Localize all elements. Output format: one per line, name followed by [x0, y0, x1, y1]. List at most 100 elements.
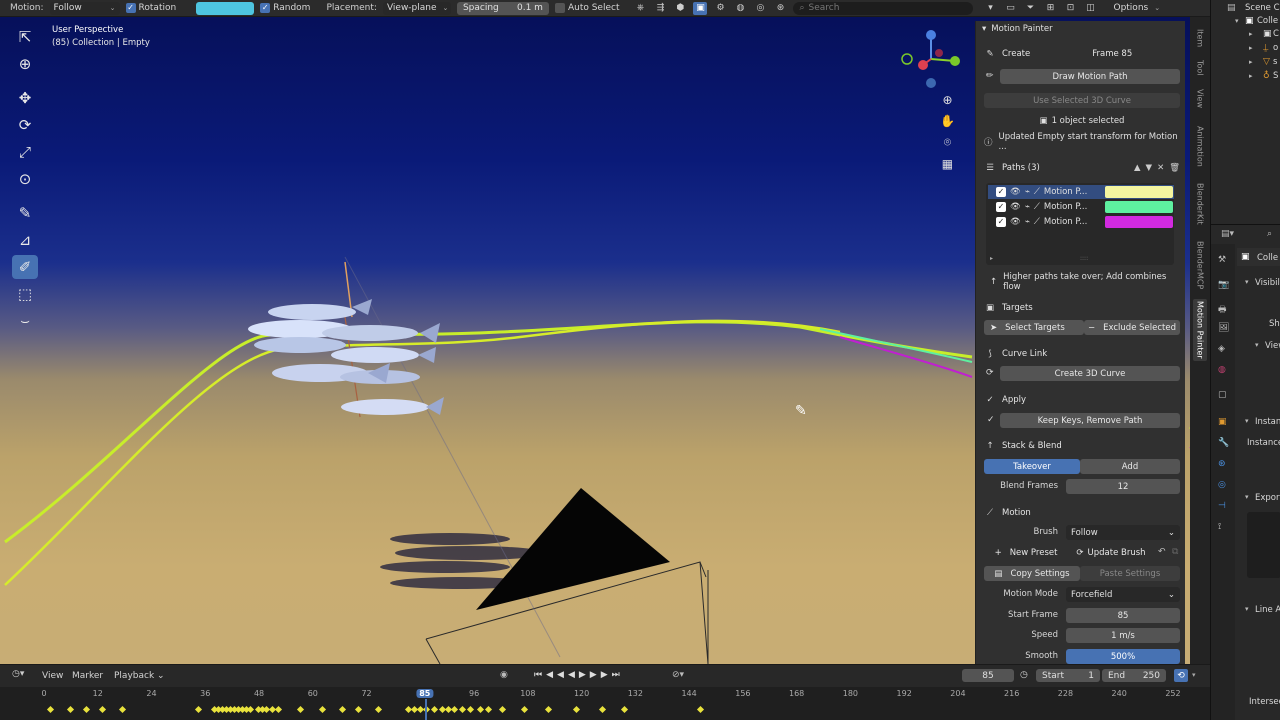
keyframe-marker[interactable]	[318, 705, 327, 714]
keyframe-marker[interactable]	[82, 705, 91, 714]
keyframe-marker[interactable]	[430, 705, 439, 714]
auto-select-checkbox[interactable]: Auto Select	[554, 3, 619, 13]
color-swatch[interactable]	[196, 1, 255, 15]
use-selected-curve-button[interactable]: Use Selected 3D Curve	[984, 93, 1180, 108]
update-brush-button[interactable]: ⟳ Update Brush	[1068, 545, 1154, 560]
keyframe-marker[interactable]	[458, 705, 467, 714]
eye-icon[interactable]: 👁	[1010, 202, 1021, 212]
chevron-down-icon[interactable]: ▾	[1235, 17, 1239, 25]
split-icon[interactable]: ◫	[1083, 2, 1097, 15]
trash-icon[interactable]: 🗑	[1169, 163, 1180, 173]
new-preset-button[interactable]: + New Preset	[984, 545, 1068, 560]
motion-mode-dropdown[interactable]: Forcefield ⌄	[1066, 587, 1180, 602]
tab-animation[interactable]: Animation	[1193, 121, 1207, 171]
path-item-1[interactable]: ✓ 👁 ⌁ ⟋ Motion P...	[988, 185, 1174, 199]
keyframe-marker[interactable]	[46, 705, 55, 714]
chevron-down-icon[interactable]: ▾	[1245, 493, 1249, 501]
scene-props-icon[interactable]: ◈	[1218, 344, 1225, 354]
tab-blendermcp[interactable]: BlenderMCP	[1193, 235, 1207, 295]
playhead[interactable]	[425, 699, 427, 720]
dropdown-icon[interactable]: ▾	[983, 2, 997, 15]
chevron-down-icon[interactable]: ▾	[1192, 671, 1196, 679]
chevron-down-icon[interactable]: ▾	[1255, 341, 1259, 349]
keying-icon[interactable]: ⊘▾	[672, 670, 684, 680]
takeover-button[interactable]: Takeover	[984, 459, 1080, 474]
current-frame-field[interactable]: 85	[962, 669, 1014, 682]
stopwatch-icon[interactable]: ◷	[1020, 670, 1028, 680]
spacing-field[interactable]: Spacing 0.1 m	[456, 1, 549, 15]
path-color-swatch[interactable]	[1105, 186, 1173, 198]
select-targets-button[interactable]: ➤ Select Targets	[984, 320, 1084, 335]
checkmark-icon[interactable]: ✓	[996, 202, 1006, 212]
move-down-icon[interactable]: ▼	[1146, 163, 1153, 173]
physics-icon[interactable]: ◎	[1218, 480, 1226, 490]
rotation-checkbox[interactable]: ✓ Rotation	[125, 3, 176, 13]
navigation-gizmo[interactable]	[895, 23, 967, 95]
resize-handle-icon[interactable]: ::::	[1080, 255, 1088, 262]
particles-icon[interactable]: ⊛	[1218, 459, 1226, 469]
move-up-icon[interactable]: ▲	[1134, 163, 1141, 173]
search-icon[interactable]: ⌕	[1267, 229, 1272, 239]
keyframe-marker[interactable]	[696, 705, 705, 714]
eye-icon[interactable]: 👁	[1010, 217, 1021, 227]
playback-controls[interactable]: ⏮◀◀◀▶▶▶⏭	[534, 670, 624, 680]
random-checkbox[interactable]: ✓ Random	[260, 3, 310, 13]
select-cursor-icon[interactable]: ⇱	[12, 25, 38, 49]
layout-icon[interactable]: ⊞	[1043, 2, 1057, 15]
select-box-icon[interactable]: ▣	[693, 1, 708, 15]
move-icon[interactable]: ✥	[12, 86, 38, 110]
close-icon[interactable]: ✕	[1157, 163, 1164, 173]
keyframe-marker[interactable]	[296, 705, 305, 714]
checkmark-icon[interactable]: ✓	[996, 187, 1006, 197]
eye-icon[interactable]: 👁	[1010, 187, 1021, 197]
view-menu[interactable]: View	[42, 671, 63, 681]
snap-icon[interactable]: ⎈	[633, 2, 647, 15]
constraints-icon[interactable]: ⊣	[1218, 501, 1226, 511]
zoom-icon[interactable]: ⊕	[942, 93, 952, 107]
create-3d-curve-button[interactable]: Create 3D Curve	[1000, 366, 1180, 381]
tool-props-icon[interactable]: ⚒	[1218, 255, 1226, 265]
timeline-ruler[interactable]: 0 12 24 36 48 60 72 85 96 108 120 132 144 156 168 180 19…	[0, 687, 1210, 720]
measure-icon[interactable]: ⊿	[12, 228, 38, 252]
smooth-slider[interactable]: 500%	[1066, 649, 1180, 664]
checkmark-icon[interactable]: ✓	[996, 217, 1006, 227]
exclude-selected-button[interactable]: − Exclude Selected	[1084, 320, 1180, 335]
data-props-icon[interactable]: ⟟	[1218, 522, 1221, 532]
sphere-icon[interactable]: ◎	[753, 2, 767, 15]
tab-item[interactable]: Item	[1193, 25, 1207, 51]
render-props-icon[interactable]: 📷	[1218, 280, 1229, 290]
shield-icon[interactable]: ⬢	[673, 2, 687, 15]
target-icon[interactable]: ⊛	[773, 2, 787, 15]
keyframe-marker[interactable]	[520, 705, 529, 714]
add-cube-icon[interactable]: ⬚	[12, 282, 38, 306]
undo-icon[interactable]: ↶	[1158, 547, 1166, 557]
editor-type-icon[interactable]: ▤▾	[1221, 229, 1234, 239]
search-input[interactable]: ⌕ Search	[793, 1, 974, 15]
annotate-icon[interactable]: ✎	[12, 201, 38, 225]
keyframe-marker[interactable]	[450, 705, 459, 714]
path-item-3[interactable]: ✓ 👁 ⌁ ⟋ Motion P...	[988, 215, 1174, 229]
blend-frames-field[interactable]: 12	[1066, 479, 1180, 494]
tab-view[interactable]: View	[1193, 85, 1207, 111]
cursor-3d-icon[interactable]: ⊕	[12, 52, 38, 76]
motion-dropdown[interactable]: Follow ⌄	[49, 1, 120, 15]
end-frame-field[interactable]: End 250	[1102, 669, 1166, 682]
object-props-icon[interactable]: ▣	[1218, 417, 1227, 427]
paths-list[interactable]: ✓ 👁 ⌁ ⟋ Motion P... ✓ 👁 ⌁ ⟋ Motion P... …	[986, 183, 1174, 265]
grid-icon[interactable]: ▦	[942, 157, 953, 171]
keyframe-marker[interactable]	[118, 705, 127, 714]
placement-dropdown[interactable]: View-plane ⌄	[382, 1, 451, 15]
copy-icon[interactable]: ⧉	[1172, 547, 1178, 557]
chevron-right-icon[interactable]: ▸	[1249, 30, 1253, 38]
path-item-2[interactable]: ✓ 👁 ⌁ ⟋ Motion P...	[988, 200, 1174, 214]
keyframe-marker[interactable]	[484, 705, 493, 714]
options-menu[interactable]: Options ⌄	[1109, 1, 1160, 15]
keyframe-marker[interactable]	[620, 705, 629, 714]
keyframe-marker[interactable]	[598, 705, 607, 714]
keep-keys-button[interactable]: Keep Keys, Remove Path	[1000, 413, 1180, 428]
record-icon[interactable]: ◉	[500, 670, 508, 680]
rotate-icon[interactable]: ⟳	[12, 113, 38, 137]
gear-icon[interactable]: ⚙	[713, 2, 727, 15]
globe-icon[interactable]: ◍	[733, 2, 747, 15]
scale-icon[interactable]: ⤢	[12, 140, 38, 164]
